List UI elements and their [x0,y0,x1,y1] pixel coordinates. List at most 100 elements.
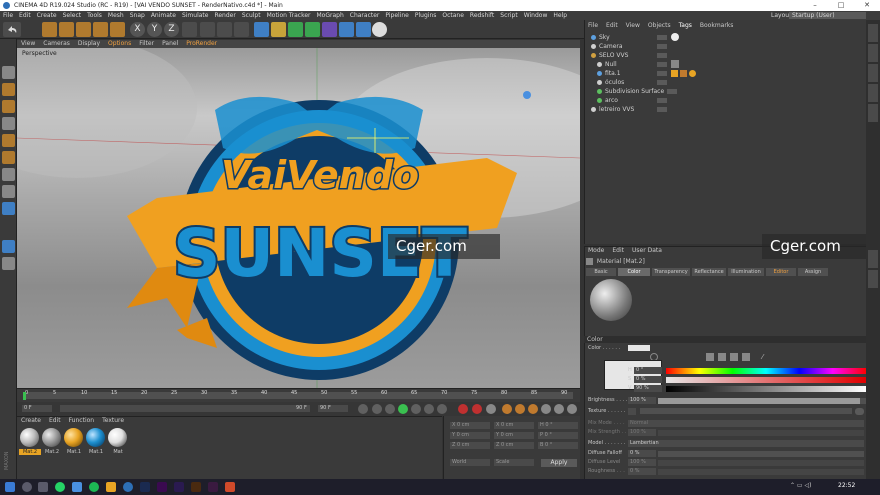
timeline-menu-icon[interactable] [567,404,577,414]
polygons-mode-icon[interactable] [2,168,15,181]
color-picker-icon[interactable] [718,353,726,361]
object-menu-tags[interactable]: Tags [675,22,696,30]
visibility-toggle[interactable] [657,35,667,40]
layout-select[interactable]: Startup (User) [789,12,866,19]
menu-motion-tracker[interactable]: Motion Tracker [264,11,314,20]
material-swatch[interactable] [20,428,39,447]
texture-browse-button[interactable] [855,408,864,415]
hue-field[interactable]: 0 ° [634,367,662,374]
menu-octane[interactable]: Octane [439,11,467,20]
cube-primitive-icon[interactable] [254,22,269,37]
material-swatch[interactable] [86,428,105,447]
object-menu-file[interactable]: File [584,22,602,30]
visibility-toggle[interactable] [667,89,677,94]
material-name[interactable]: Mat.1 [85,449,107,455]
axis-y-button[interactable]: Y [147,22,162,37]
coordinate-system-icon[interactable] [182,22,197,37]
object-row[interactable]: Camera [585,42,865,51]
rotate-tool-icon[interactable] [76,22,91,37]
object-row[interactable]: Null [585,60,865,69]
render-settings-icon[interactable] [234,22,249,37]
viewport-menu-display[interactable]: Display [74,40,104,48]
tab-basic[interactable]: Basic [586,268,616,276]
preview-range-slider[interactable] [60,405,310,412]
attribute-menu-edit[interactable]: Edit [608,247,628,255]
menu-animate[interactable]: Animate [148,11,179,20]
object-menu-view[interactable]: View [622,22,644,30]
scale-key-icon[interactable] [515,404,525,414]
next-frame-icon[interactable] [411,404,421,414]
subdivision-surface-icon[interactable] [288,22,303,37]
goto-end-icon[interactable] [437,404,447,414]
color-spectrum-icon[interactable] [706,353,714,361]
material-preview[interactable] [590,279,632,321]
viewport-perspective[interactable]: VaiVendo SUNSET [17,48,580,388]
mix-strength-slider[interactable] [658,430,864,436]
prev-key-icon[interactable] [372,404,382,414]
rotation-p-field[interactable]: P 0 ° [538,432,578,439]
rgb-mode-icon[interactable] [730,353,738,361]
viewport-menu-panel[interactable]: Panel [158,40,182,48]
illustrator-icon[interactable] [191,482,201,492]
search-icon[interactable] [22,482,32,492]
light-icon[interactable] [372,22,387,37]
pla-key-icon[interactable] [554,404,564,414]
brightness-slider[interactable] [658,398,866,404]
material-menu-edit[interactable]: Edit [45,417,65,425]
diffuse-level-field[interactable]: 100 % [628,459,656,466]
rotation-h-field[interactable]: H 0 ° [538,422,578,429]
texture-field[interactable] [640,408,852,414]
end-frame-field[interactable]: 90 F [318,405,348,412]
menu-edit[interactable]: Edit [16,11,34,20]
cinema4d-taskbar-icon[interactable] [123,482,133,492]
parameter-key-icon[interactable] [541,404,551,414]
object-row[interactable]: óculos [585,78,865,87]
photoshop-icon[interactable] [140,482,150,492]
tab-editor[interactable]: Editor [766,268,796,276]
brightness-field[interactable]: 100 % [628,397,656,404]
viewport-menu-view[interactable]: View [17,40,39,48]
value-slider[interactable] [666,386,866,392]
render-view-icon[interactable] [200,22,215,37]
size-x-field[interactable]: X 0 cm [494,422,534,429]
viewport-menu-cameras[interactable]: Cameras [39,40,74,48]
menu-pipeline[interactable]: Pipeline [382,11,411,20]
edges-mode-icon[interactable] [2,151,15,164]
object-row[interactable]: arco [585,96,865,105]
mix-strength-field[interactable]: 100 % [628,429,656,436]
mix-mode-select[interactable]: Normal [628,420,864,427]
material-tag-icon[interactable] [689,70,696,77]
saturation-slider[interactable] [666,377,866,383]
playhead[interactable] [23,392,26,400]
material-name[interactable]: Mat.2 [19,449,41,455]
hsv-mode-icon[interactable] [742,353,750,361]
snapping-icon[interactable] [2,202,15,215]
menu-file[interactable]: File [0,11,16,20]
object-row[interactable]: fita.1 [585,69,865,78]
size-z-field[interactable]: Z 0 cm [494,442,534,449]
render-picture-viewer-icon[interactable] [217,22,232,37]
premiere-icon[interactable] [157,482,167,492]
after-effects-icon[interactable] [174,482,184,492]
texture-mode-icon[interactable] [2,100,15,113]
size-mode-select[interactable]: Scale [494,459,534,466]
menu-window[interactable]: Window [521,11,551,20]
sky-tag-icon[interactable] [671,33,679,41]
tab-reflectance[interactable]: Reflectance [692,268,726,276]
menu-mesh[interactable]: Mesh [105,11,127,20]
axis-mode-icon[interactable] [2,185,15,198]
model-select[interactable]: Lambertian [628,440,864,447]
roughness-field[interactable]: 0 % [628,468,656,475]
live-select-icon[interactable] [110,22,125,37]
menu-snap[interactable]: Snap [127,11,148,20]
record-icon[interactable] [458,404,468,414]
material-name[interactable]: Mat.2 [41,449,63,455]
attribute-menu-user-data[interactable]: User Data [628,247,666,255]
menu-plugins[interactable]: Plugins [412,11,440,20]
objects-side-tab[interactable] [868,24,878,42]
menu-redshift[interactable]: Redshift [467,11,497,20]
visibility-toggle[interactable] [657,62,667,67]
color-swatch[interactable] [628,345,650,351]
menu-simulate[interactable]: Simulate [179,11,212,20]
browser-icon[interactable] [72,482,82,492]
